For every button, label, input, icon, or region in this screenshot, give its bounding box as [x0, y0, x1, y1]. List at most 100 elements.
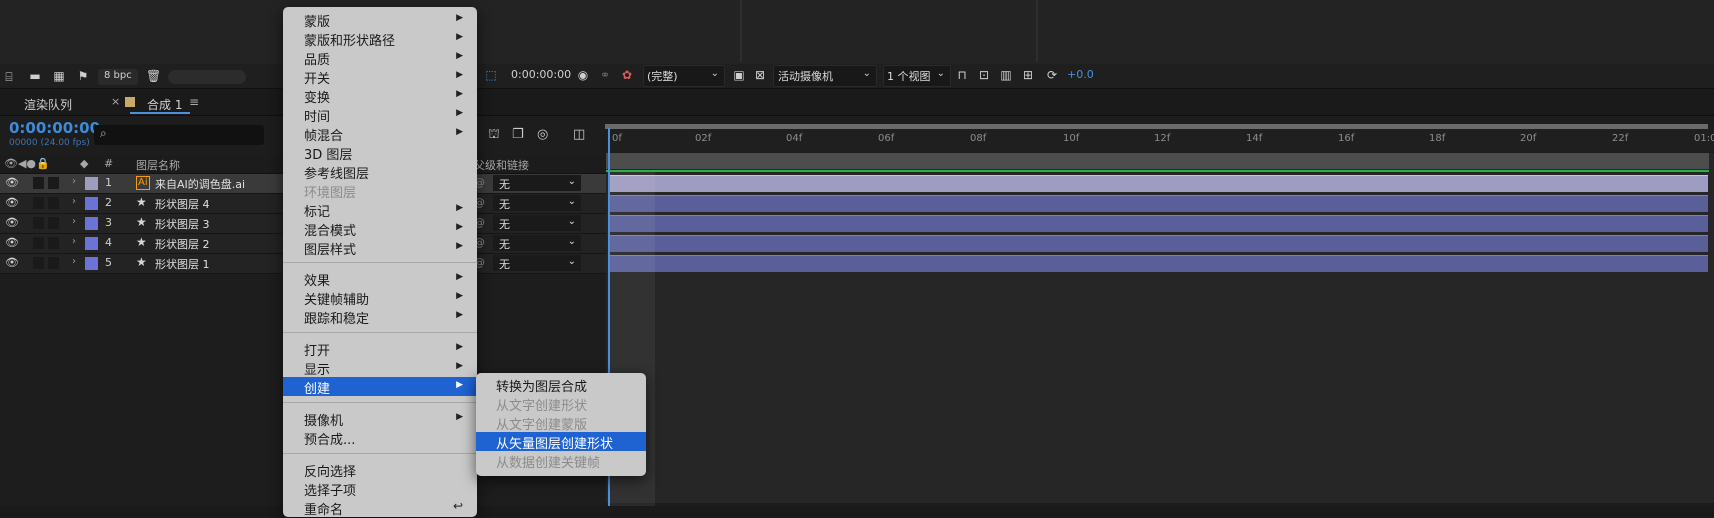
- menu-item-transform[interactable]: 变换 ▶: [283, 86, 477, 106]
- expand-arrow-icon[interactable]: ›: [72, 196, 76, 207]
- tab-composition[interactable]: 合成 1: [147, 96, 182, 113]
- viewer-timecode[interactable]: 0:00:00:00: [511, 68, 571, 81]
- transparency-grid-icon[interactable]: ⊠: [753, 68, 767, 82]
- menu-item-layer-styles[interactable]: 图层样式 ▶: [283, 238, 477, 258]
- layer-name[interactable]: 形状图层 4: [155, 196, 210, 212]
- menu-item-rename[interactable]: 重命名 ↩: [283, 498, 477, 518]
- region-of-interest-icon[interactable]: ⬚: [484, 68, 498, 82]
- project-search[interactable]: [168, 70, 246, 84]
- menu-item-precompose[interactable]: 预合成...: [283, 428, 477, 448]
- layer-name-column-header[interactable]: 图层名称: [136, 157, 180, 173]
- parent-dropdown[interactable]: 无 ⌄: [493, 195, 581, 211]
- menu-item-guide-layer[interactable]: 参考线图层: [283, 162, 477, 182]
- exposure-value[interactable]: +0.0: [1067, 68, 1094, 81]
- bpc-button[interactable]: 8 bpc: [98, 69, 138, 85]
- views-dropdown[interactable]: 1 个视图 ⌄: [883, 65, 951, 87]
- layer-name[interactable]: 形状图层 2: [155, 236, 210, 252]
- layer-duration-bar[interactable]: [610, 235, 1708, 252]
- label-color-swatch[interactable]: [85, 217, 98, 230]
- timeline-icon[interactable]: ▥: [999, 68, 1013, 82]
- draft-3d-icon[interactable]: ⊡: [977, 68, 991, 82]
- label-color-swatch[interactable]: [85, 197, 98, 210]
- footage-icon[interactable]: ⚑: [76, 69, 90, 83]
- close-tab-icon[interactable]: ×: [111, 95, 120, 108]
- menu-item-frame-blending[interactable]: 帧混合 ▶: [283, 124, 477, 144]
- submenu-item-shapes-from-vector[interactable]: 从矢量图层创建形状: [476, 432, 646, 452]
- eye-icon[interactable]: 👁: [5, 236, 19, 249]
- folder-icon[interactable]: ▬: [28, 69, 42, 83]
- parent-dropdown[interactable]: 无 ⌄: [493, 175, 581, 191]
- menu-item-blending-mode[interactable]: 混合模式 ▶: [283, 219, 477, 239]
- label-color-swatch[interactable]: [85, 237, 98, 250]
- expand-arrow-icon[interactable]: ›: [72, 256, 76, 267]
- parent-dropdown[interactable]: 无 ⌄: [493, 255, 581, 271]
- audio-switch[interactable]: [33, 237, 44, 249]
- trash-icon[interactable]: 🗑: [146, 69, 161, 83]
- label-color-swatch[interactable]: [85, 177, 98, 190]
- expand-arrow-icon[interactable]: ›: [72, 216, 76, 227]
- layer-duration-bar[interactable]: [610, 195, 1708, 212]
- menu-item-time[interactable]: 时间 ▶: [283, 105, 477, 125]
- menu-item-keyframe-assistant[interactable]: 关键帧辅助 ▶: [283, 288, 477, 308]
- fast-preview-icon[interactable]: ▣: [732, 68, 746, 82]
- menu-item-mask-shape-path[interactable]: 蒙版和形状路径 ▶: [283, 29, 477, 49]
- layer-duration-bar[interactable]: [610, 175, 1708, 192]
- motion-blur-icon[interactable]: ◎: [537, 127, 548, 142]
- expand-arrow-icon[interactable]: ›: [72, 236, 76, 247]
- flowchart-icon[interactable]: ⌸: [2, 70, 16, 84]
- show-snapshot-icon[interactable]: ⚭: [598, 68, 612, 82]
- toggle-pixel-aspect-icon[interactable]: ⊓: [955, 68, 969, 82]
- menu-item-mask[interactable]: 蒙版 ▶: [283, 10, 477, 30]
- color-channels-icon[interactable]: ✿: [620, 68, 634, 82]
- menu-item-select-children[interactable]: 选择子项: [283, 479, 477, 499]
- tab-render-queue[interactable]: 渲染队列: [24, 96, 72, 113]
- submenu-item-convert-layered-comp[interactable]: 转换为图层合成: [476, 375, 646, 395]
- layer-name[interactable]: 形状图层 3: [155, 216, 210, 232]
- audio-switch[interactable]: [33, 177, 44, 189]
- layer-name[interactable]: 来自AI的调色盘.ai: [155, 176, 245, 192]
- eye-icon[interactable]: 👁: [5, 196, 19, 209]
- audio-switch[interactable]: [33, 197, 44, 209]
- reset-exposure-icon[interactable]: ⟳: [1045, 68, 1059, 82]
- menu-item-markers[interactable]: 标记 ▶: [283, 200, 477, 220]
- layer-name[interactable]: 形状图层 1: [155, 256, 210, 272]
- composition-icon[interactable]: ▦: [52, 69, 66, 83]
- solo-switch[interactable]: [48, 197, 59, 209]
- menu-item-reveal[interactable]: 显示 ▶: [283, 358, 477, 378]
- camera-dropdown[interactable]: 活动摄像机 ⌄: [773, 65, 877, 87]
- expand-arrow-icon[interactable]: ›: [72, 176, 76, 187]
- flowchart-view-icon[interactable]: ⊞: [1021, 68, 1035, 82]
- audio-switch[interactable]: [33, 257, 44, 269]
- current-time[interactable]: 0:00:00:00: [9, 119, 100, 137]
- menu-item-switches[interactable]: 开关 ▶: [283, 67, 477, 87]
- resolution-dropdown[interactable]: (完整) ⌄: [643, 65, 725, 87]
- solo-switch[interactable]: [48, 217, 59, 229]
- draft-3d-toggle-icon[interactable]: ⛫: [488, 127, 500, 144]
- menu-item-camera[interactable]: 摄像机 ▶: [283, 409, 477, 429]
- graph-editor-icon[interactable]: ◫: [573, 127, 585, 142]
- menu-item-3d-layer[interactable]: 3D 图层: [283, 143, 477, 163]
- label-color-swatch[interactable]: [85, 257, 98, 270]
- hide-shy-icon[interactable]: ❐: [512, 127, 524, 142]
- layer-duration-bar[interactable]: [610, 255, 1708, 272]
- eye-icon[interactable]: 👁: [5, 256, 19, 269]
- eye-icon[interactable]: 👁: [5, 216, 19, 229]
- menu-item-create[interactable]: 创建 ▶: [283, 377, 477, 397]
- solo-switch[interactable]: [48, 257, 59, 269]
- menu-item-open[interactable]: 打开 ▶: [283, 339, 477, 359]
- menu-item-effect[interactable]: 效果 ▶: [283, 269, 477, 289]
- camera-snapshot-icon[interactable]: ◉: [576, 68, 590, 82]
- parent-column-header[interactable]: 父级和链接: [474, 157, 529, 173]
- eye-icon[interactable]: 👁: [5, 176, 19, 189]
- number-column-header[interactable]: #: [104, 157, 113, 170]
- layer-search-input[interactable]: ⌕: [94, 125, 264, 145]
- menu-item-track-stabilize[interactable]: 跟踪和稳定 ▶: [283, 307, 477, 327]
- parent-dropdown[interactable]: 无 ⌄: [493, 235, 581, 251]
- parent-dropdown[interactable]: 无 ⌄: [493, 215, 581, 231]
- solo-switch[interactable]: [48, 237, 59, 249]
- menu-item-invert-selection[interactable]: 反向选择: [283, 460, 477, 480]
- tab-menu-icon[interactable]: ≡: [189, 95, 199, 109]
- menu-item-quality[interactable]: 品质 ▶: [283, 48, 477, 68]
- solo-switch[interactable]: [48, 177, 59, 189]
- layer-duration-bar[interactable]: [610, 215, 1708, 232]
